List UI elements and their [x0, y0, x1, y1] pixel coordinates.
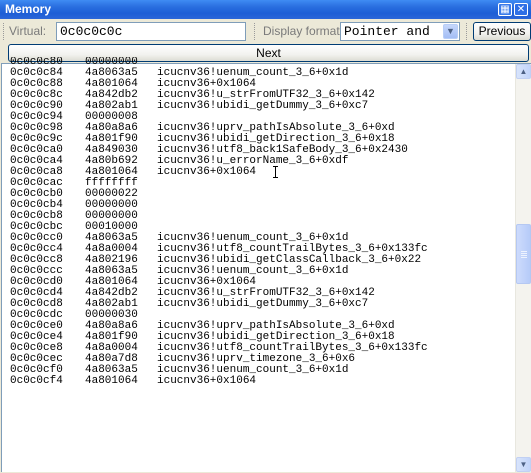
title-bar: Memory ▦ ✕ — [0, 0, 531, 19]
memory-value: 4a801064 — [85, 375, 138, 387]
scroll-up-icon[interactable]: ▲ — [516, 64, 531, 79]
toolbar-grip[interactable] — [3, 23, 6, 40]
text-cursor — [273, 166, 278, 178]
display-format-value: Pointer and — [344, 24, 430, 39]
memory-symbol: icucnv36+0x1064 — [157, 375, 257, 387]
close-icon[interactable]: ✕ — [514, 3, 528, 16]
scroll-down-icon[interactable]: ▼ — [516, 457, 531, 472]
virtual-label: Virtual: — [9, 24, 47, 38]
memory-symbol: icucnv36!ubidi_getDummy_3_6+0xc7 — [157, 100, 369, 112]
options-grid-icon[interactable]: ▦ — [498, 3, 512, 16]
display-format-select[interactable]: Pointer and ▼ — [340, 22, 460, 41]
toolbar: Virtual: Display format: Pointer and ▼ P… — [0, 19, 531, 44]
display-format-label: Display format: — [263, 24, 344, 38]
memory-rows: 0c0c0c80 00000000 0c0c0c84 4a8063a5 icucnv36… — [10, 57, 514, 473]
memory-symbol: icucnv36!ubidi_getDummy_3_6+0xc7 — [157, 298, 369, 310]
window-title: Memory — [5, 2, 52, 16]
vertical-scrollbar[interactable]: ▲ ▼ — [515, 64, 531, 472]
previous-button[interactable]: Previous — [473, 22, 531, 41]
memory-view[interactable]: 0c0c0c80 00000000 0c0c0c84 4a8063a5 icucnv36… — [1, 57, 531, 472]
scroll-thumb[interactable] — [516, 224, 531, 284]
memory-symbol: icucnv36+0x1064 — [157, 166, 257, 178]
toolbar-grip[interactable] — [254, 23, 257, 40]
memory-row[interactable]: 0c0c0cf4 4a801064 icucnv36+0x1064 — [10, 376, 514, 387]
toolbar-grip[interactable] — [466, 23, 469, 40]
memory-address: 0c0c0cf4 — [10, 375, 63, 387]
chevron-down-icon[interactable]: ▼ — [443, 24, 458, 39]
virtual-address-input[interactable] — [56, 22, 246, 41]
